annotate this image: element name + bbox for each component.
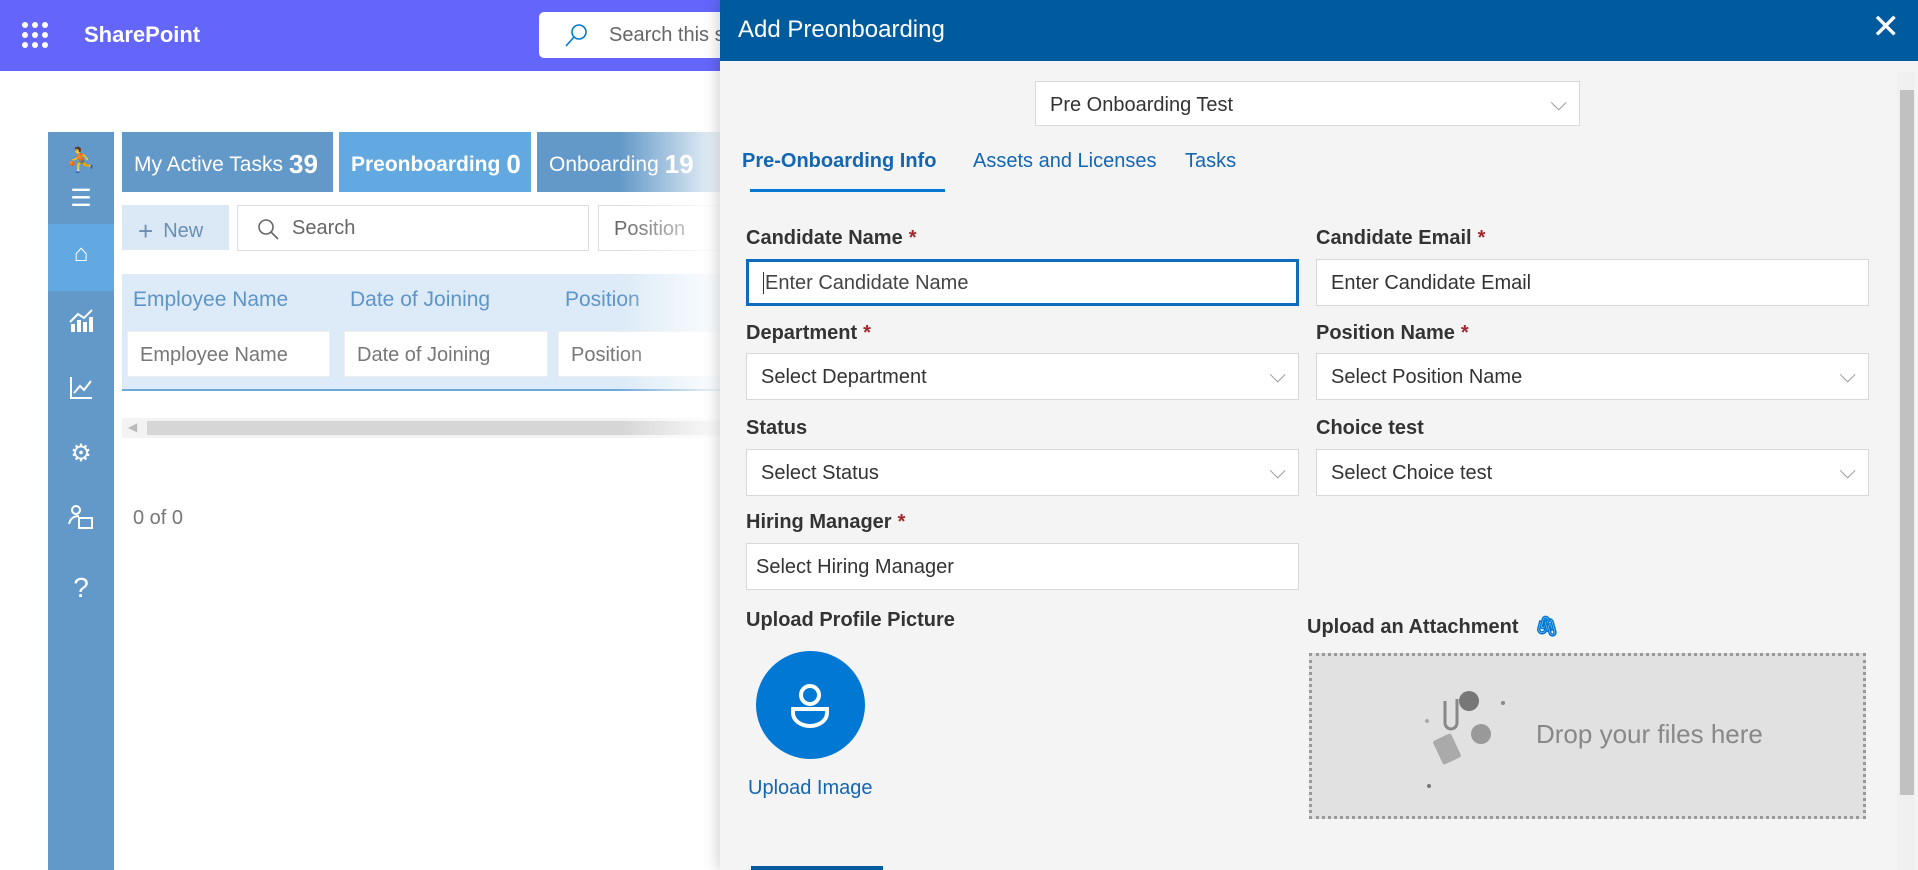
department-label: Department* xyxy=(746,322,871,345)
tile-label: My Active Tasks xyxy=(134,153,283,176)
candidate-email-label: Candidate Email* xyxy=(1316,227,1485,250)
tile-preonboarding[interactable]: Preonboarding 0 xyxy=(339,132,531,192)
status-label: Status xyxy=(746,417,807,440)
template-select[interactable]: Pre Onboarding Test ⌵ xyxy=(1035,81,1580,126)
drop-files-text: Drop your files here xyxy=(1536,719,1763,750)
tile-count: 39 xyxy=(289,149,318,179)
tab-tasks[interactable]: Tasks xyxy=(1185,150,1236,173)
chart-icon[interactable] xyxy=(48,375,114,408)
position-name-label: Position Name* xyxy=(1316,322,1469,345)
panel-shadow xyxy=(620,71,720,870)
active-tab-underline xyxy=(750,189,945,192)
tab-assets-and-licenses[interactable]: Assets and Licenses xyxy=(973,150,1156,173)
hiring-manager-picker[interactable]: Select Hiring Manager xyxy=(746,543,1299,590)
column-date-of-joining[interactable]: Date of Joining xyxy=(350,288,490,312)
upload-profile-label: Upload Profile Picture xyxy=(746,609,955,632)
position-name-select[interactable]: Select Position Name⌵ xyxy=(1316,353,1869,400)
add-preonboarding-panel: Add Preonboarding ✕ Pre Onboarding Test ⌵… xyxy=(720,0,1918,870)
choice-test-select[interactable]: Select Choice test⌵ xyxy=(1316,449,1869,496)
chevron-down-icon: ⌵ xyxy=(1550,90,1567,116)
department-select[interactable]: Select Department⌵ xyxy=(746,353,1299,400)
hiring-manager-label: Hiring Manager* xyxy=(746,511,905,534)
climber-icon[interactable]: ⛹ xyxy=(48,146,114,175)
upload-image-link[interactable]: Upload Image xyxy=(748,777,873,800)
template-select-value: Pre Onboarding Test xyxy=(1050,94,1233,116)
user-assets-icon[interactable] xyxy=(48,504,114,539)
status-select[interactable]: Select Status⌵ xyxy=(746,449,1299,496)
analytics-icon[interactable] xyxy=(48,308,114,341)
attachment-illustration-icon xyxy=(1417,681,1527,796)
tile-count: 0 xyxy=(506,149,520,179)
column-employee-name[interactable]: Employee Name xyxy=(133,288,288,312)
panel-vertical-scrollbar[interactable] xyxy=(1897,72,1915,870)
app-launcher-icon[interactable] xyxy=(22,22,48,48)
person-icon xyxy=(756,651,865,759)
plus-icon: + xyxy=(138,216,153,246)
panel-header: Add Preonboarding ✕ xyxy=(720,0,1918,61)
search-icon xyxy=(256,217,280,241)
paperclip-icon: 🖇 xyxy=(1534,616,1559,638)
candidate-name-input[interactable]: Enter Candidate Name xyxy=(746,259,1299,306)
profile-avatar[interactable] xyxy=(756,651,865,759)
filter-date-of-joining[interactable]: Date of Joining xyxy=(344,331,548,377)
menu-icon[interactable]: ☰ xyxy=(48,184,114,213)
site-search-placeholder: Search this s xyxy=(609,24,725,46)
chevron-down-icon: ⌵ xyxy=(1839,362,1856,388)
tab-pre-onboarding-info[interactable]: Pre-Onboarding Info xyxy=(742,150,936,173)
settings-icon[interactable]: ⚙ xyxy=(48,439,114,468)
filter-employee-name[interactable]: Employee Name xyxy=(127,331,330,377)
tile-label: Preonboarding xyxy=(351,153,500,176)
tile-my-active-tasks[interactable]: My Active Tasks 39 xyxy=(122,132,333,192)
chevron-down-icon: ⌵ xyxy=(1269,458,1286,484)
list-search-input[interactable]: Search xyxy=(237,205,589,251)
panel-title: Add Preonboarding xyxy=(738,16,945,44)
help-icon[interactable]: ? xyxy=(48,572,114,604)
file-drop-zone[interactable]: Drop your files here xyxy=(1309,653,1866,819)
chevron-down-icon: ⌵ xyxy=(1839,458,1856,484)
chevron-down-icon: ⌵ xyxy=(1269,362,1286,388)
search-placeholder: Search xyxy=(292,217,355,239)
candidate-email-input[interactable]: Enter Candidate Email xyxy=(1316,259,1869,306)
candidate-name-label: Candidate Name* xyxy=(746,227,917,250)
submit-button[interactable] xyxy=(751,866,883,870)
choice-test-label: Choice test xyxy=(1316,417,1424,440)
left-rail: ⛹ ☰ ⌂ ⚙ ? xyxy=(48,132,114,870)
new-button[interactable]: + New xyxy=(122,205,229,250)
app-name[interactable]: SharePoint xyxy=(84,22,200,48)
attachment-label: Upload an Attachment 🖇 xyxy=(1307,614,1559,639)
search-icon xyxy=(563,22,589,48)
close-icon[interactable]: ✕ xyxy=(1872,10,1901,44)
pager-count: 0 of 0 xyxy=(133,507,183,530)
new-label: New xyxy=(163,220,203,242)
home-icon[interactable]: ⌂ xyxy=(48,240,114,268)
